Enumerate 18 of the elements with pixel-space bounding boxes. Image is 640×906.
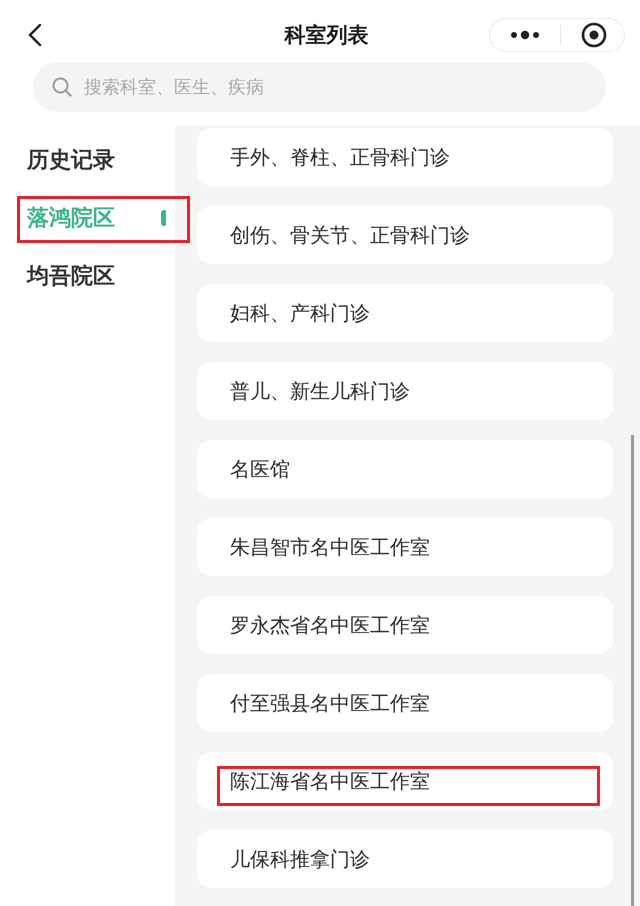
more-icon[interactable]: [510, 30, 540, 40]
department-item[interactable]: 朱昌智市名中医工作室: [197, 518, 613, 576]
department-item[interactable]: 手外、脊柱、正骨科门诊: [197, 128, 613, 186]
department-item[interactable]: 创伤、骨关节、正骨科门诊: [197, 206, 613, 264]
target-icon[interactable]: [581, 22, 607, 48]
department-item[interactable]: 付至强县名中医工作室: [197, 674, 613, 732]
search-icon: [52, 77, 72, 97]
department-item[interactable]: 名医馆: [197, 440, 613, 498]
search-field[interactable]: 搜索科室、医生、疾病: [33, 62, 606, 112]
campus-tab[interactable]: 历史记录: [0, 131, 190, 189]
department-item[interactable]: 罗永杰省名中医工作室: [197, 596, 613, 654]
campus-tab[interactable]: 均吾院区: [0, 247, 190, 305]
page-title: 科室列表: [284, 22, 368, 48]
back-icon[interactable]: [28, 24, 42, 46]
department-item[interactable]: 普儿、新生儿科门诊: [197, 362, 613, 420]
department-item[interactable]: 儿保科推拿门诊: [197, 830, 613, 888]
department-item[interactable]: 妇科、产科门诊: [197, 284, 613, 342]
department-item[interactable]: 陈江海省名中医工作室: [197, 752, 613, 810]
